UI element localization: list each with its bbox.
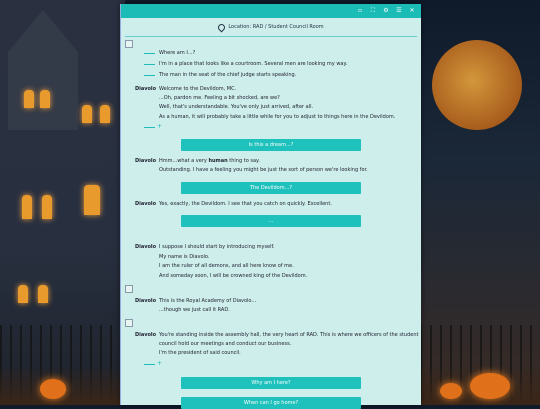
menu-icon[interactable]: ☰ xyxy=(396,8,402,14)
location-label: Location: RAD / Student Council Room xyxy=(228,24,324,30)
image-placeholder-icon xyxy=(125,285,133,293)
narration-line: Where am I...? xyxy=(159,50,196,56)
narration-dash xyxy=(144,364,155,365)
dialogue-line: Outstanding. I have a feeling you might … xyxy=(159,167,368,173)
save-icon[interactable]: ▫ xyxy=(357,8,363,14)
dialogue-line: I suppose I should start by introducing … xyxy=(159,244,275,250)
dialogue-line: Hmm...what a very human thing to say. xyxy=(159,158,260,164)
image-placeholder-icon xyxy=(125,319,133,327)
fullscreen-icon[interactable]: ⛶ xyxy=(370,8,376,14)
location-pin-icon xyxy=(216,22,227,32)
image-placeholder-icon xyxy=(125,40,133,48)
add-icon[interactable]: + xyxy=(157,360,162,367)
moon xyxy=(432,40,522,130)
pumpkin xyxy=(40,379,66,399)
narration-line: I'm in a place that looks like a courtro… xyxy=(159,61,348,67)
narration-dash xyxy=(144,127,155,128)
speaker-name: Diavolo xyxy=(135,86,157,92)
speaker-name: Diavolo xyxy=(135,201,157,207)
speaker-name: Diavolo xyxy=(135,332,157,338)
narration-dash xyxy=(144,53,155,54)
location-bar: Location: RAD / Student Council Room xyxy=(125,18,417,37)
dialogue-line: Yes, exactly, the Devildom. I see that y… xyxy=(159,201,332,207)
close-icon[interactable]: ✕ xyxy=(409,8,415,14)
choice-button-why-here[interactable]: Why am I here? xyxy=(181,377,361,389)
dialogue-line: ...though we just call it RAD. xyxy=(159,307,230,313)
pumpkin xyxy=(440,383,462,399)
dialogue-line: You're standing inside the assembly hall… xyxy=(159,332,419,338)
speaker-name: Diavolo xyxy=(135,244,157,250)
narration-line: The man in the seat of the chief judge s… xyxy=(159,72,297,78)
choice-button-dream[interactable]: Is this a dream...? xyxy=(181,139,361,151)
dialogue-line: As a human, it will probably take a litt… xyxy=(159,114,396,120)
narration-dash xyxy=(144,75,155,76)
speaker-name: Diavolo xyxy=(135,298,157,304)
choice-button-devildom[interactable]: The Devildom...? xyxy=(181,182,361,194)
dialogue-line: Welcome to the Devildom, MC. xyxy=(159,86,237,92)
dialogue-line: council hold our meetings and conduct ou… xyxy=(159,341,292,347)
dialogue-line: Well, that's understandable. You've only… xyxy=(159,104,314,110)
dialogue-line: My name is Diavolo. xyxy=(159,254,210,260)
dialogue-line: ...Oh, pardon me. Feeling a bit shocked,… xyxy=(159,95,280,101)
dialogue-line: I am the ruler of all demons, and all he… xyxy=(159,263,294,269)
dialogue-line: I'm the president of said council. xyxy=(159,350,241,356)
add-icon[interactable]: + xyxy=(157,123,162,130)
dialogue-line: And someday soon, I will be crowned king… xyxy=(159,273,308,279)
chat-window: ▫ ⛶ ⚙ ☰ ✕ Location: RAD / Student Counci… xyxy=(120,4,421,409)
speaker-name: Diavolo xyxy=(135,158,157,164)
pumpkin xyxy=(470,373,510,399)
settings-icon[interactable]: ⚙ xyxy=(383,8,389,14)
narration-dash xyxy=(144,64,155,65)
choice-button-ellipsis[interactable]: ... xyxy=(181,215,361,227)
dialogue-line: This is the Royal Academy of Diavolo... xyxy=(159,298,257,304)
choice-button-go-home[interactable]: When can I go home? xyxy=(181,397,361,409)
window-titlebar: ▫ ⛶ ⚙ ☰ ✕ xyxy=(121,4,421,18)
